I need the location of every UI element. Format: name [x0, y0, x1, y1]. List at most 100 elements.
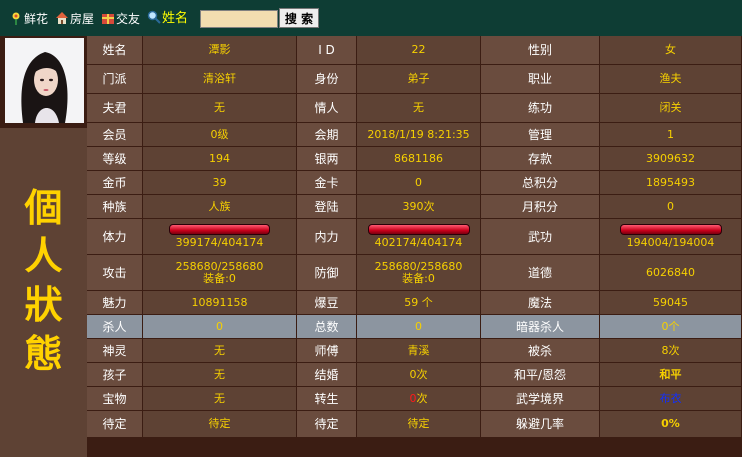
field-label: 会期	[297, 123, 357, 147]
field-label: 存款	[481, 147, 600, 171]
field-value: 399174/404174	[143, 219, 297, 255]
friends-icon	[102, 14, 114, 24]
nav-flowers-label: 鲜花	[24, 12, 49, 26]
field-label: 练功	[481, 94, 600, 123]
field-label: 转生	[297, 387, 357, 411]
field-label: 宝物	[87, 387, 143, 411]
field-label: 登陆	[297, 195, 357, 219]
field-label: 等级	[87, 147, 143, 171]
top-bar: 鲜花 房屋 交友 姓名 搜 索	[0, 0, 742, 36]
field-label: 姓名	[87, 36, 143, 65]
field-label: 爆豆	[297, 291, 357, 315]
field-value: 1895493	[600, 171, 742, 195]
house-icon	[56, 12, 68, 24]
field-value: 0次	[357, 363, 481, 387]
field-value: 59 个	[357, 291, 481, 315]
field-label: 杀人	[87, 315, 143, 339]
field-value: 6026840	[600, 255, 742, 291]
flower-icon	[12, 12, 20, 25]
field-label: 武学境界	[481, 387, 600, 411]
field-label: 和平/恩怨	[481, 363, 600, 387]
field-value: 402174/404174	[357, 219, 481, 255]
stat-value: 258680/258680	[374, 259, 463, 273]
field-label: 金币	[87, 171, 143, 195]
field-label: 魅力	[87, 291, 143, 315]
field-label: 会员	[87, 123, 143, 147]
field-value: 布衣	[600, 387, 742, 411]
field-value: 女	[600, 36, 742, 65]
nav-house-link[interactable]: 房屋	[55, 10, 94, 28]
field-label: 管理	[481, 123, 600, 147]
field-value: 2018/1/19 8:21:35	[357, 123, 481, 147]
field-value: 0	[357, 171, 481, 195]
field-value: 渔夫	[600, 65, 742, 94]
stat-bar-group: 194004/194004	[619, 224, 722, 249]
rebirth-count: 0	[409, 391, 417, 405]
field-value: 闭关	[600, 94, 742, 123]
field-label: 待定	[87, 411, 143, 438]
search-button[interactable]: 搜 索	[279, 8, 319, 28]
side-title-char: 人	[24, 233, 63, 278]
field-label: 体力	[87, 219, 143, 255]
field-value: 258680/258680 装备:0	[143, 255, 297, 291]
stat-bar	[619, 224, 722, 235]
field-label: 神灵	[87, 339, 143, 363]
field-label: 被杀	[481, 339, 600, 363]
nav-flowers-link[interactable]: 鲜花	[9, 10, 48, 28]
field-label: 银两	[297, 147, 357, 171]
stat-bar-group: 402174/404174	[367, 224, 470, 249]
magnifier-icon	[147, 10, 161, 24]
field-value: 39	[143, 171, 297, 195]
nav-name-link[interactable]: 姓名	[147, 10, 188, 28]
field-label: 暗器杀人	[481, 315, 600, 339]
field-label: 身份	[297, 65, 357, 94]
field-label: 师傅	[297, 339, 357, 363]
field-value: 无	[357, 94, 481, 123]
field-value: 青溪	[357, 339, 481, 363]
nav-name-label: 姓名	[162, 11, 189, 26]
field-label: 月积分	[481, 195, 600, 219]
field-label: 夫君	[87, 94, 143, 123]
search-input[interactable]	[200, 10, 278, 28]
field-label: 种族	[87, 195, 143, 219]
nav-house-label: 房屋	[70, 12, 95, 26]
field-label: 防御	[297, 255, 357, 291]
avatar	[5, 38, 84, 123]
field-label: 总积分	[481, 171, 600, 195]
field-label: 结婚	[297, 363, 357, 387]
field-value: 390次	[357, 195, 481, 219]
side-title-char: 狀	[24, 282, 63, 327]
status-table: 姓名 潭影 I D 22 性别女门派 清浴轩 身份 弟子 职业 渔夫 夫君无情人无练功 闭关 会员 0级会…	[87, 36, 742, 457]
field-value: 无	[143, 339, 297, 363]
field-value: 1	[600, 123, 742, 147]
nav-friends-link[interactable]: 交友	[101, 10, 140, 28]
rebirth-unit: 次	[416, 391, 428, 405]
field-value: 和平	[600, 363, 742, 387]
avatar-portrait	[5, 38, 84, 123]
field-value: 无	[143, 363, 297, 387]
field-value: 59045	[600, 291, 742, 315]
field-value: 0次	[357, 387, 481, 411]
field-label: 情人	[297, 94, 357, 123]
field-label: 魔法	[481, 291, 600, 315]
field-value: 待定	[357, 411, 481, 438]
field-value: 3909632	[600, 147, 742, 171]
field-value: 潭影	[143, 36, 297, 65]
field-label: I D	[297, 36, 357, 65]
field-label: 孩子	[87, 363, 143, 387]
stat-value: 258680/258680	[175, 259, 264, 273]
stat-bar-text: 402174/404174	[374, 236, 463, 249]
field-value: 0	[357, 315, 481, 339]
nav-friends-label: 交友	[116, 12, 141, 26]
field-label: 金卡	[297, 171, 357, 195]
field-label: 门派	[87, 65, 143, 94]
field-value: 人族	[143, 195, 297, 219]
field-value: 22	[357, 36, 481, 65]
field-value: 258680/258680 装备:0	[357, 255, 481, 291]
field-value: 0	[143, 315, 297, 339]
field-label: 攻击	[87, 255, 143, 291]
equipment-value: 装备:0	[203, 271, 236, 285]
field-label: 待定	[297, 411, 357, 438]
field-value: 0级	[143, 123, 297, 147]
field-value: 无	[143, 387, 297, 411]
